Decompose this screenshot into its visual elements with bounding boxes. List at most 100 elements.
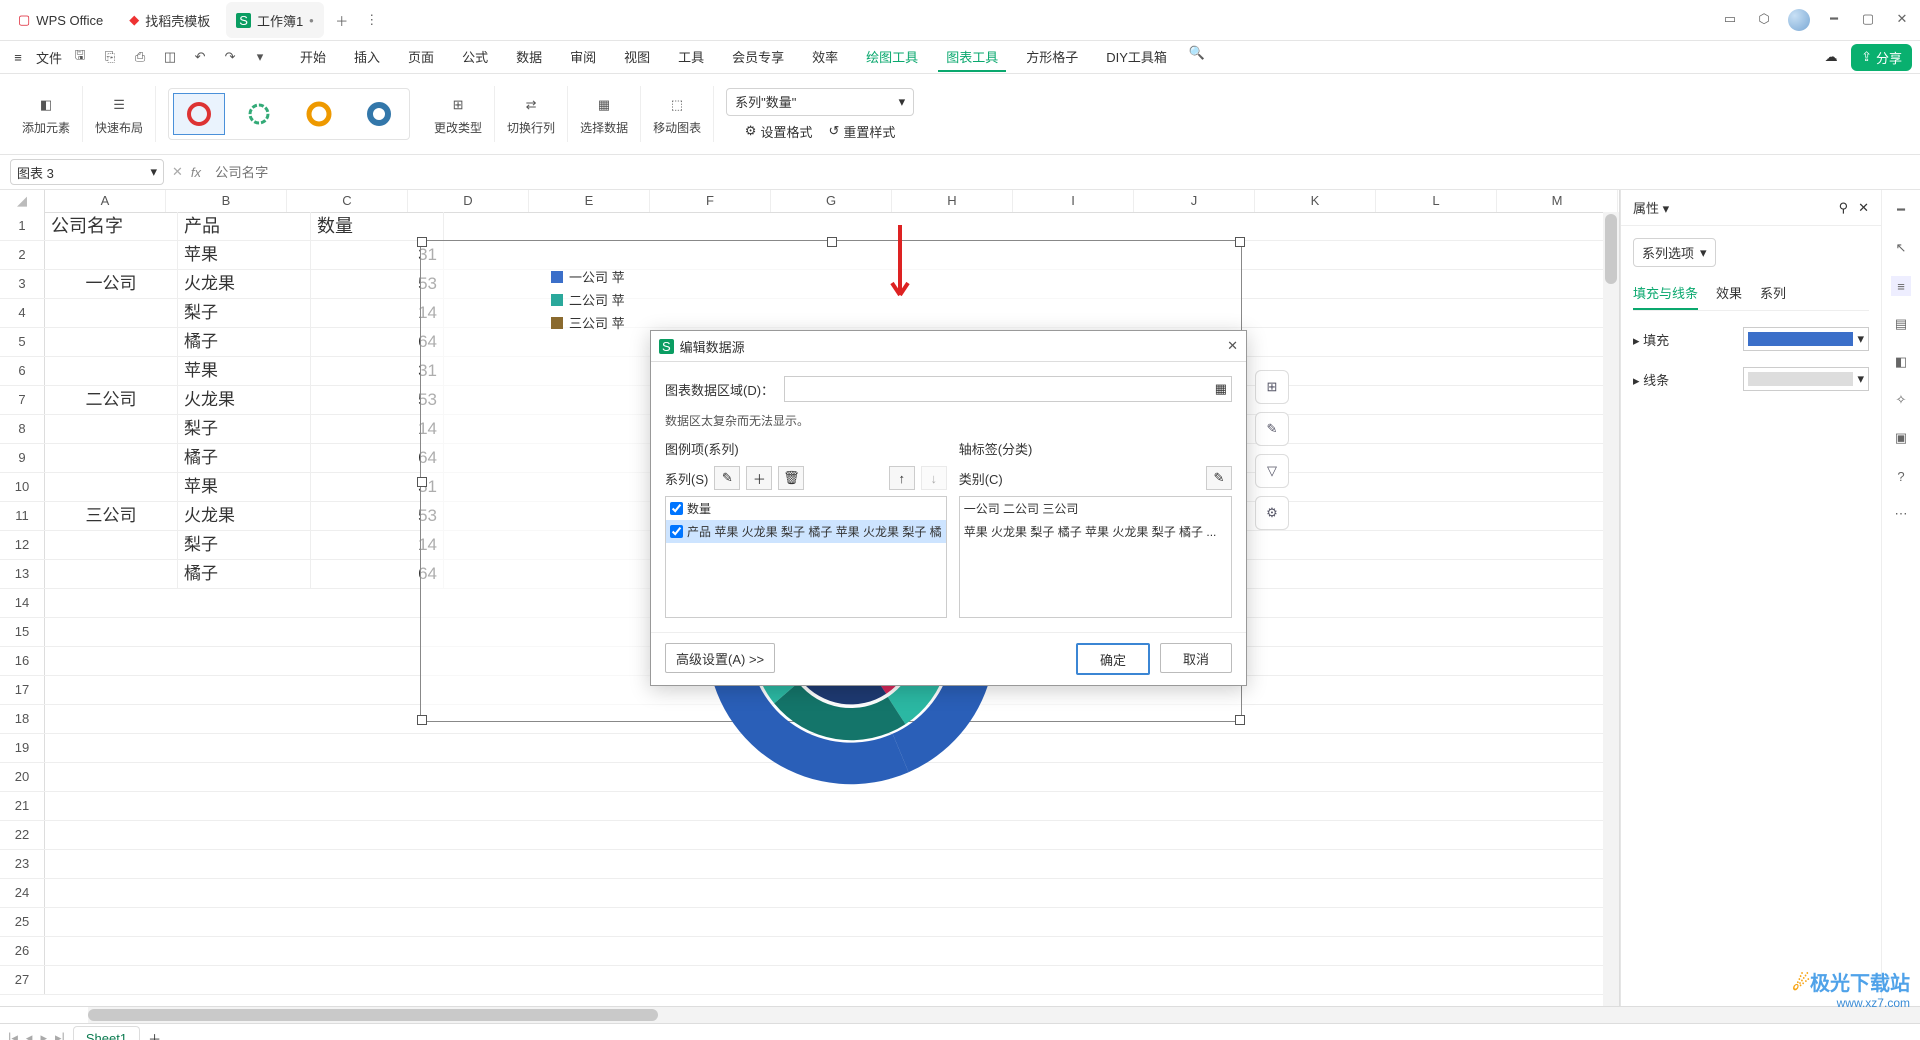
- close-icon[interactable]: ✕: [1892, 9, 1912, 29]
- tab-member[interactable]: 会员专享: [724, 43, 792, 72]
- resize-handle[interactable]: [1235, 237, 1245, 247]
- row-header[interactable]: 12: [0, 531, 45, 559]
- row-header[interactable]: 23: [0, 850, 45, 878]
- col-header[interactable]: B: [166, 190, 287, 212]
- close-tab-icon[interactable]: •: [309, 13, 314, 28]
- cancel-button[interactable]: 取消: [1160, 643, 1232, 673]
- row-header[interactable]: 20: [0, 763, 45, 791]
- menu-icon[interactable]: ≡: [8, 47, 28, 67]
- col-header[interactable]: F: [650, 190, 771, 212]
- pin-icon[interactable]: ⚲: [1839, 200, 1849, 216]
- row-header[interactable]: 27: [0, 966, 45, 994]
- cell[interactable]: 一公司: [45, 270, 178, 298]
- tab-efficiency[interactable]: 效率: [804, 43, 846, 72]
- row-header[interactable]: 7: [0, 386, 45, 414]
- item-checkbox[interactable]: [670, 502, 683, 515]
- maximize-icon[interactable]: ▢: [1858, 9, 1878, 29]
- tab-tools[interactable]: 工具: [670, 43, 712, 72]
- row-header[interactable]: 5: [0, 328, 45, 356]
- resize-handle[interactable]: [417, 715, 427, 725]
- undo-icon[interactable]: ↶: [190, 47, 210, 67]
- dialog-titlebar[interactable]: S 编辑数据源 ✕: [651, 331, 1246, 362]
- quick-layout-button[interactable]: ☰快速布局: [83, 86, 156, 142]
- range-picker-icon[interactable]: ▦: [1215, 381, 1227, 397]
- formula-input[interactable]: [209, 160, 1910, 184]
- name-box[interactable]: 图表 3▾: [10, 159, 164, 185]
- add-sheet-icon[interactable]: ＋: [148, 1029, 161, 1040]
- resize-handle[interactable]: [827, 237, 837, 247]
- cell[interactable]: 橘子: [178, 328, 311, 356]
- list-item[interactable]: 产品 苹果 火龙果 梨子 橘子 苹果 火龙果 梨子 橘: [666, 520, 946, 543]
- chart-styles-icon[interactable]: ✎: [1255, 412, 1289, 446]
- chevron-down-icon[interactable]: ▾: [1663, 201, 1670, 216]
- file-menu[interactable]: 文件: [36, 48, 62, 67]
- col-header[interactable]: J: [1134, 190, 1255, 212]
- scrollbar-thumb[interactable]: [88, 1009, 658, 1021]
- series-add-button[interactable]: ＋: [746, 466, 772, 490]
- tab-insert[interactable]: 插入: [346, 43, 388, 72]
- cell[interactable]: 火龙果: [178, 270, 311, 298]
- col-header[interactable]: C: [287, 190, 408, 212]
- resize-handle[interactable]: [417, 237, 427, 247]
- tab-wps[interactable]: ▢WPS Office: [8, 2, 113, 38]
- style-icon[interactable]: ▤: [1891, 314, 1911, 334]
- preview-icon[interactable]: ◫: [160, 47, 180, 67]
- scrollbar-thumb[interactable]: [1605, 214, 1617, 284]
- add-element-button[interactable]: ◧添加元素: [10, 86, 83, 142]
- style-item[interactable]: [173, 93, 225, 135]
- format-icon[interactable]: ≡: [1891, 276, 1911, 296]
- cell[interactable]: 二公司: [45, 386, 178, 414]
- add-tab-button[interactable]: ＋: [330, 8, 354, 32]
- change-type-button[interactable]: ⊞更改类型: [422, 86, 495, 142]
- row-header[interactable]: 9: [0, 444, 45, 472]
- save-icon[interactable]: 🖫: [70, 47, 90, 67]
- data-icon[interactable]: ◧: [1891, 352, 1911, 372]
- sheet-nav-first-icon[interactable]: |◂: [8, 1030, 18, 1040]
- image-icon[interactable]: ▣: [1891, 428, 1911, 448]
- category-listbox[interactable]: 一公司 二公司 三公司 苹果 火龙果 梨子 橘子 苹果 火龙果 梨子 橘子 ..…: [959, 496, 1232, 618]
- horizontal-scrollbar[interactable]: [88, 1007, 1920, 1023]
- series-options-select[interactable]: 系列选项▾: [1633, 238, 1716, 267]
- style-item[interactable]: [233, 93, 285, 135]
- more-icon[interactable]: ⋯: [1891, 504, 1911, 524]
- cube-icon[interactable]: ⬡: [1754, 9, 1774, 29]
- range-input[interactable]: ▦: [784, 376, 1232, 402]
- row-header[interactable]: 10: [0, 473, 45, 501]
- tab-fill-line[interactable]: 填充与线条: [1633, 283, 1698, 310]
- select-all-corner[interactable]: ◢: [0, 190, 45, 212]
- tab-charttools[interactable]: 图表工具: [938, 43, 1006, 72]
- tab-formula[interactable]: 公式: [454, 43, 496, 72]
- cell[interactable]: 梨子: [178, 299, 311, 327]
- row-header[interactable]: 13: [0, 560, 45, 588]
- cell[interactable]: [45, 241, 178, 269]
- col-header[interactable]: G: [771, 190, 892, 212]
- col-header[interactable]: L: [1376, 190, 1497, 212]
- cell[interactable]: 火龙果: [178, 502, 311, 530]
- vertical-scrollbar[interactable]: [1603, 212, 1619, 1006]
- switch-rowcol-button[interactable]: ⇄切换行列: [495, 86, 568, 142]
- col-header[interactable]: A: [45, 190, 166, 212]
- cell[interactable]: [45, 328, 178, 356]
- tab-data[interactable]: 数据: [508, 43, 550, 72]
- cell[interactable]: 梨子: [178, 415, 311, 443]
- redo-icon[interactable]: ↷: [220, 47, 240, 67]
- row-header[interactable]: 6: [0, 357, 45, 385]
- item-checkbox[interactable]: [670, 525, 683, 538]
- minimize-icon[interactable]: ━: [1824, 9, 1844, 29]
- series-move-down-button[interactable]: ↓: [921, 466, 947, 490]
- chevron-down-icon[interactable]: ▾: [250, 47, 270, 67]
- cell[interactable]: [45, 531, 178, 559]
- tab-squarecell[interactable]: 方形格子: [1018, 43, 1086, 72]
- cell[interactable]: 橘子: [178, 444, 311, 472]
- row-header[interactable]: 15: [0, 618, 45, 646]
- cell[interactable]: 火龙果: [178, 386, 311, 414]
- row-header[interactable]: 18: [0, 705, 45, 733]
- fill-color-select[interactable]: ▾: [1743, 327, 1869, 351]
- list-item[interactable]: 苹果 火龙果 梨子 橘子 苹果 火龙果 梨子 橘子 ...: [960, 520, 1231, 543]
- row-header[interactable]: 16: [0, 647, 45, 675]
- cloud-icon[interactable]: ☁: [1821, 47, 1841, 67]
- close-panel-icon[interactable]: ✕: [1858, 200, 1869, 216]
- row-header[interactable]: 1: [0, 212, 45, 240]
- chart-filter-icon[interactable]: ▽: [1255, 454, 1289, 488]
- cell[interactable]: [45, 473, 178, 501]
